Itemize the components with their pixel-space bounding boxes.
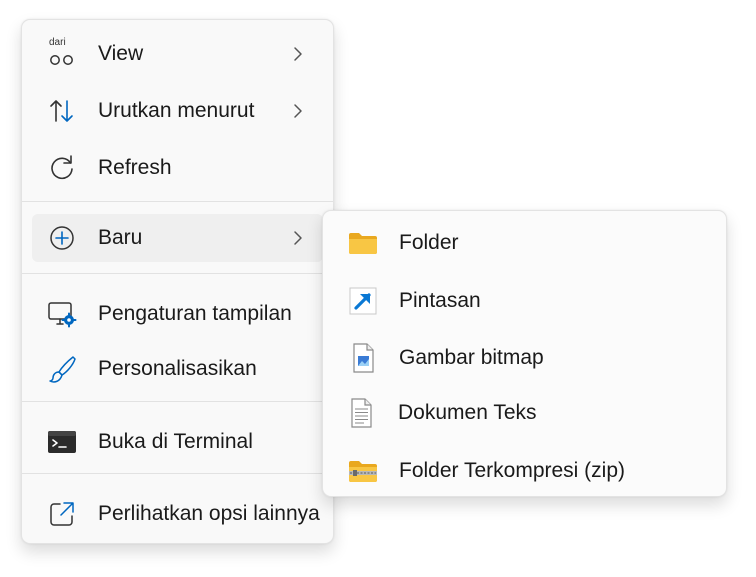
menu-separator — [22, 473, 333, 474]
menu-item-label: Refresh — [98, 156, 172, 179]
menu-separator — [22, 201, 333, 202]
desktop-background: dari View Urutkan menurut Refresh Baru P… — [0, 0, 756, 577]
text-document-icon — [345, 397, 377, 429]
chevron-right-icon — [294, 47, 302, 61]
menu-item-display-settings[interactable]: Pengaturan tampilan — [32, 290, 323, 338]
view-icon-text: dari — [49, 37, 66, 48]
menu-item-show-more-options[interactable]: Perlihatkan opsi lainnya — [32, 490, 323, 538]
submenu-item-compressed-folder[interactable]: Folder Terkompresi (zip) — [333, 447, 716, 495]
bitmap-file-icon — [347, 342, 379, 374]
desktop-context-menu: dari View Urutkan menurut Refresh Baru P… — [21, 19, 334, 544]
submenu-item-label: Gambar bitmap — [399, 346, 544, 369]
menu-item-label: Pengaturan tampilan — [98, 302, 292, 325]
brush-icon — [46, 353, 78, 385]
plus-circle-icon — [46, 222, 78, 254]
sort-icon — [46, 95, 78, 127]
menu-item-refresh[interactable]: Refresh — [32, 144, 323, 192]
submenu-item-shortcut[interactable]: Pintasan — [333, 277, 716, 325]
view-icon: dari — [46, 37, 78, 70]
chevron-right-icon — [294, 104, 302, 118]
submenu-item-label: Folder Terkompresi (zip) — [399, 459, 626, 482]
display-settings-icon — [46, 298, 78, 330]
more-options-icon — [46, 498, 78, 530]
menu-item-sort-by[interactable]: Urutkan menurut — [32, 87, 323, 135]
folder-icon — [347, 227, 379, 259]
menu-item-label: Urutkan menurut — [98, 99, 255, 122]
menu-item-label: Personalisasikan — [98, 357, 257, 380]
submenu-item-label: Dokumen Teks — [398, 401, 537, 424]
menu-item-open-terminal[interactable]: Buka di Terminal — [32, 418, 323, 466]
submenu-item-bitmap-image[interactable]: Gambar bitmap — [333, 334, 716, 382]
menu-item-personalize[interactable]: Personalisasikan — [32, 345, 323, 393]
menu-item-label: View — [98, 42, 144, 65]
shortcut-icon — [347, 285, 379, 317]
zip-folder-icon — [347, 455, 379, 487]
menu-item-label: Perlihatkan opsi lainnya — [98, 502, 320, 525]
menu-item-label: Buka di Terminal — [98, 430, 253, 453]
submenu-item-label: Folder — [399, 231, 459, 254]
menu-item-new[interactable]: Baru — [32, 214, 323, 262]
menu-item-label: Baru — [98, 226, 143, 249]
submenu-item-folder[interactable]: Folder — [333, 219, 716, 267]
chevron-right-icon — [294, 231, 302, 245]
menu-separator — [22, 273, 333, 274]
refresh-icon — [46, 152, 78, 184]
menu-item-view[interactable]: dari View — [32, 30, 323, 78]
submenu-item-label: Pintasan — [399, 289, 481, 312]
menu-separator — [22, 401, 333, 402]
submenu-item-text-document[interactable]: Dokumen Teks — [333, 389, 716, 437]
terminal-icon — [46, 426, 78, 458]
new-submenu: Folder Pintasan Gambar bitmap Dokumen Te… — [322, 210, 727, 497]
